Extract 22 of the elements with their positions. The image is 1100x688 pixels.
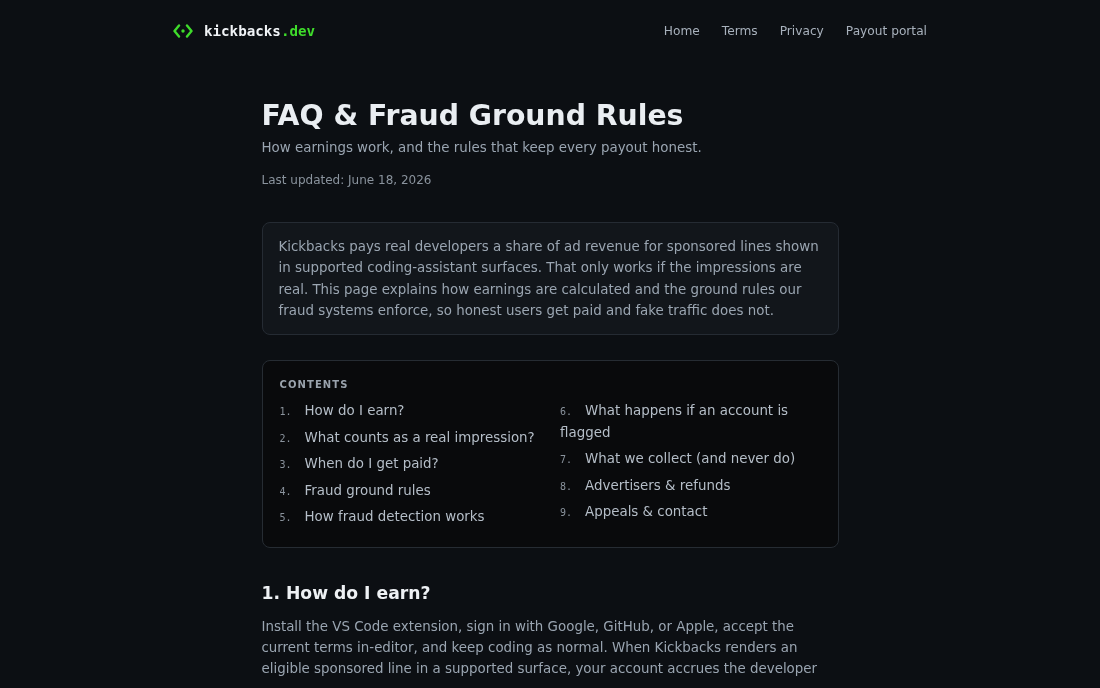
contents-link[interactable]: 6. What happens if an account is flagged (560, 400, 821, 444)
nav-link[interactable]: Home (663, 24, 700, 38)
contents-link[interactable]: 3. When do I get paid? (279, 453, 540, 475)
code-brackets-icon (173, 24, 193, 38)
contents-link[interactable]: 9. Appeals & contact (560, 501, 821, 523)
contents-link[interactable]: 5. How fraud detection works (279, 506, 540, 528)
last-updated-text: Last updated: June 18, 2026 (261, 172, 433, 189)
contents-link[interactable]: 7. What we collect (and never do) (560, 448, 821, 470)
contents-link[interactable]: 4. Fraud ground rules (279, 479, 540, 502)
contents-link[interactable]: 2. What counts as a real impression? (279, 426, 540, 449)
nav-link[interactable]: Privacy (779, 24, 824, 38)
intro-text: Kickbacks pays real developers a share of ad revenue for sponsored lines shown in supported coding-assistant surfaces. That only works if the impressions are real. This page explains how earnings are calculated and the ground rules our fraud systems enforce, so honest users get paid and fake traffic does not. (278, 238, 820, 320)
contents-link[interactable]: 8. Advertisers & refunds (560, 474, 821, 497)
contents-heading: CONTENTS (279, 378, 350, 393)
section-body: Install the VS Code extension, sign in with Google, GitHub, or Apple, accept the current terms in-editor, and keep coding as normal. When Kickbacks renders an eligible sponsored line in a supported surface, your account accrues the developer (261, 617, 819, 678)
logo-link[interactable]: kickbacks.dev (173, 23, 316, 39)
contents-link[interactable]: 1. How do I earn? (279, 400, 540, 422)
section-heading: 1. How do I earn? (261, 581, 432, 605)
page-title: FAQ & Fraud Ground Rules (261, 99, 685, 133)
nav-link[interactable]: Terms (721, 24, 758, 38)
nav-link[interactable]: Payout portal (845, 24, 927, 38)
page-subtitle: How earnings work, and the rules that keep every payout honest. (261, 139, 703, 157)
